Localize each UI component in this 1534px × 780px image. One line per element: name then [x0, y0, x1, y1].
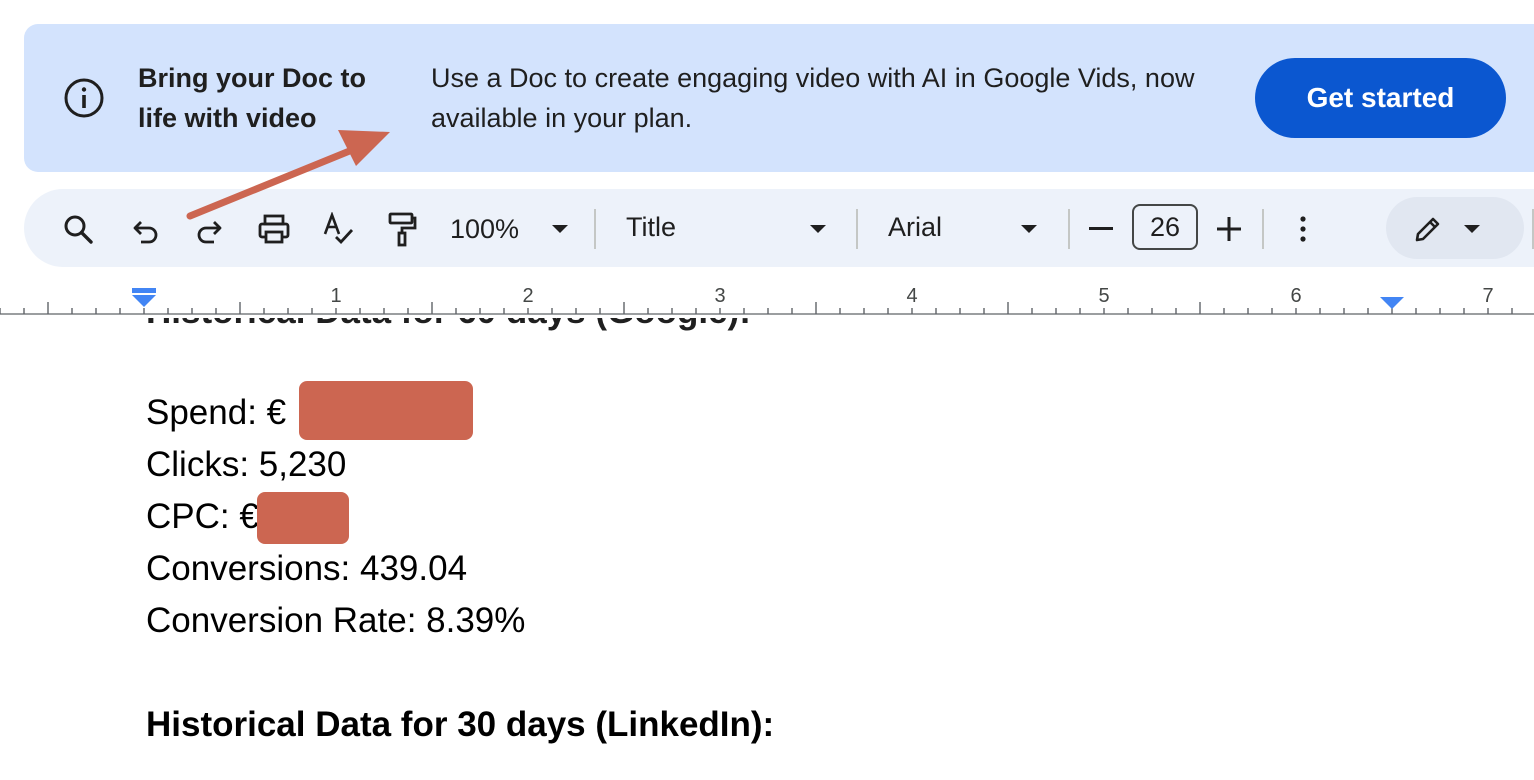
chevron-down-icon[interactable]: [548, 215, 572, 243]
toolbar: 100% Title Arial 26: [24, 189, 1534, 267]
spend-line: Spend: €: [146, 393, 287, 432]
clipped-heading: Historical Data for 60 days (Google):: [146, 318, 1046, 340]
heading-text: Historical Data for 60 days (Google):: [146, 318, 751, 338]
ruler-number: 1: [330, 285, 341, 307]
decrease-font-icon[interactable]: [1086, 209, 1116, 249]
right-indent-marker[interactable]: [1380, 297, 1404, 309]
promo-banner: Bring your Doc to life with video Use a …: [24, 24, 1534, 172]
ruler-number: 7: [1482, 285, 1493, 307]
left-indent-marker[interactable]: [132, 288, 156, 307]
toolbar-divider: [856, 209, 858, 249]
toolbar-divider: [1262, 209, 1264, 249]
paint-format-icon[interactable]: [382, 209, 422, 249]
chevron-down-icon: [1460, 215, 1484, 243]
linkedin-heading: Historical Data for 30 days (LinkedIn):: [146, 705, 775, 744]
clicks-line: Clicks: 5,230: [146, 445, 347, 484]
ruler-number: 3: [714, 285, 725, 307]
ruler-number: 2: [522, 285, 533, 307]
editing-mode-button[interactable]: [1386, 197, 1524, 259]
toolbar-divider: [594, 209, 596, 249]
font-size-input[interactable]: 26: [1132, 204, 1198, 250]
chevron-down-icon[interactable]: [1017, 215, 1041, 243]
ruler-number: 6: [1290, 285, 1301, 307]
ruler-number: 4: [906, 285, 917, 307]
increase-font-icon[interactable]: [1214, 209, 1244, 249]
ruler-number: 5: [1098, 285, 1109, 307]
banner-description: Use a Doc to create engaging video with …: [431, 63, 1195, 133]
ruler[interactable]: 1 2 3 4 5 6 7: [0, 276, 1534, 318]
banner-title: Bring your Doc to life with video: [138, 63, 366, 133]
redaction-box: [257, 492, 349, 544]
conversions-line: Conversions: 439.04: [146, 549, 468, 588]
zoom-select[interactable]: 100%: [450, 209, 530, 249]
print-icon[interactable]: [253, 209, 295, 249]
paragraph-style-select[interactable]: Title: [626, 207, 806, 247]
more-vert-icon[interactable]: [1288, 209, 1318, 249]
search-icon[interactable]: [58, 209, 98, 249]
undo-icon[interactable]: [126, 209, 166, 249]
redaction-box: [299, 381, 473, 440]
get-started-button[interactable]: Get started: [1255, 58, 1506, 138]
chevron-down-icon[interactable]: [806, 215, 830, 243]
pencil-icon: [1410, 211, 1446, 247]
info-icon: [62, 76, 106, 120]
font-select[interactable]: Arial: [888, 207, 1028, 247]
redo-icon[interactable]: [189, 209, 229, 249]
conversion-rate-line: Conversion Rate: 8.39%: [146, 601, 526, 640]
spellcheck-icon[interactable]: [318, 209, 358, 249]
toolbar-divider: [1068, 209, 1070, 249]
cpc-line: CPC: €: [146, 497, 259, 536]
